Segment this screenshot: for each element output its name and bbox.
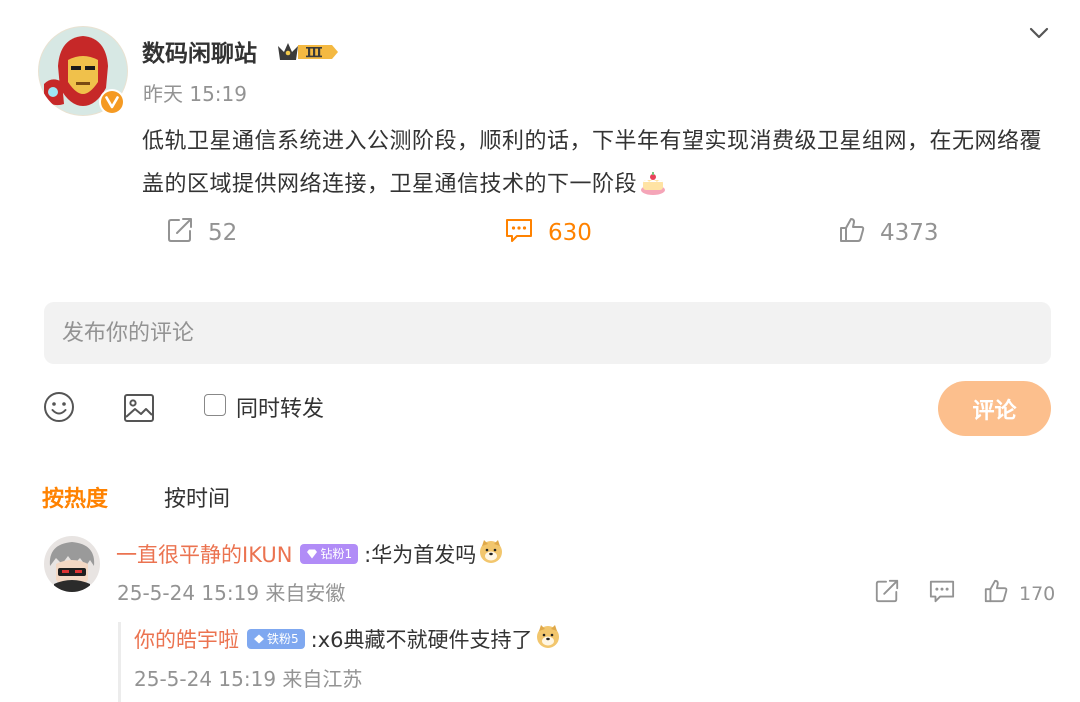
reply-text: :x6典藏不就硬件支持了 bbox=[310, 627, 533, 652]
reply-divider bbox=[118, 622, 121, 702]
author-name[interactable]: 数码闲聊站 bbox=[142, 34, 257, 68]
comment-reply-button[interactable] bbox=[928, 578, 956, 609]
comment-like-button[interactable]: 170 bbox=[983, 578, 1055, 609]
comment-meta: 25-5-24 15:19 来自安徽 bbox=[117, 581, 346, 605]
share-count: 52 bbox=[208, 220, 238, 246]
submit-comment-button[interactable]: 评论 bbox=[938, 381, 1051, 436]
post-time: 昨天 15:19 bbox=[143, 82, 247, 106]
like-icon bbox=[983, 578, 1009, 609]
emoji-icon[interactable] bbox=[42, 390, 76, 424]
comment-like-count: 170 bbox=[1019, 582, 1056, 605]
tab-sort-hot[interactable]: 按热度 bbox=[42, 481, 108, 513]
anime-avatar-image bbox=[44, 536, 100, 592]
tab-sort-time[interactable]: 按时间 bbox=[164, 481, 230, 513]
like-button[interactable]: 4373 bbox=[838, 216, 939, 250]
chevron-down-icon[interactable] bbox=[1026, 22, 1052, 44]
doge-emoji bbox=[478, 538, 504, 569]
reply-meta: 25-5-24 15:19 来自江苏 bbox=[134, 667, 363, 691]
forward-checkbox[interactable] bbox=[204, 394, 226, 416]
comment-input[interactable] bbox=[44, 302, 1051, 364]
cake-emoji bbox=[639, 168, 667, 211]
post-body: 低轨卫星通信系统进入公测阶段，顺利的话，下半年有望实现消费级卫星组网，在无网络覆… bbox=[142, 120, 1062, 211]
like-icon bbox=[838, 216, 866, 250]
doge-emoji bbox=[535, 623, 561, 654]
verified-v-icon bbox=[98, 88, 126, 116]
forward-label[interactable]: 同时转发 bbox=[236, 391, 324, 423]
comment-button[interactable]: 630 bbox=[504, 216, 592, 250]
image-icon[interactable] bbox=[122, 391, 156, 425]
share-button[interactable]: 52 bbox=[166, 216, 237, 250]
diamond-icon bbox=[254, 634, 264, 643]
comment-text: :华为首发吗 bbox=[364, 542, 477, 567]
diamond-icon bbox=[307, 549, 318, 558]
comment-count: 630 bbox=[548, 220, 592, 246]
comment-avatar[interactable] bbox=[44, 536, 100, 592]
diamond-badge-label: 钻粉1 bbox=[320, 547, 353, 561]
reply-line: 你的皓宇啦 铁粉5 :x6典藏不就硬件支持了 bbox=[134, 623, 561, 654]
post-text: 低轨卫星通信系统进入公测阶段，顺利的话，下半年有望实现消费级卫星组网，在无网络覆… bbox=[142, 129, 1043, 197]
iron-badge-label: 铁粉5 bbox=[267, 632, 299, 646]
like-count: 4373 bbox=[880, 220, 939, 246]
share-icon bbox=[166, 216, 194, 250]
crown-badge-icon[interactable] bbox=[276, 38, 340, 66]
comment-share-button[interactable] bbox=[874, 578, 900, 609]
share-icon bbox=[874, 578, 900, 609]
comment-username[interactable]: 一直很平静的IKUN bbox=[116, 539, 292, 569]
comment-line: 一直很平静的IKUN 钻粉1 :华为首发吗 bbox=[116, 538, 504, 569]
reply-username[interactable]: 你的皓宇啦 bbox=[134, 624, 239, 654]
diamond-fan-badge: 钻粉1 bbox=[300, 543, 359, 564]
comment-icon bbox=[928, 578, 956, 609]
iron-fan-badge: 铁粉5 bbox=[247, 628, 305, 649]
comment-icon bbox=[504, 216, 534, 250]
